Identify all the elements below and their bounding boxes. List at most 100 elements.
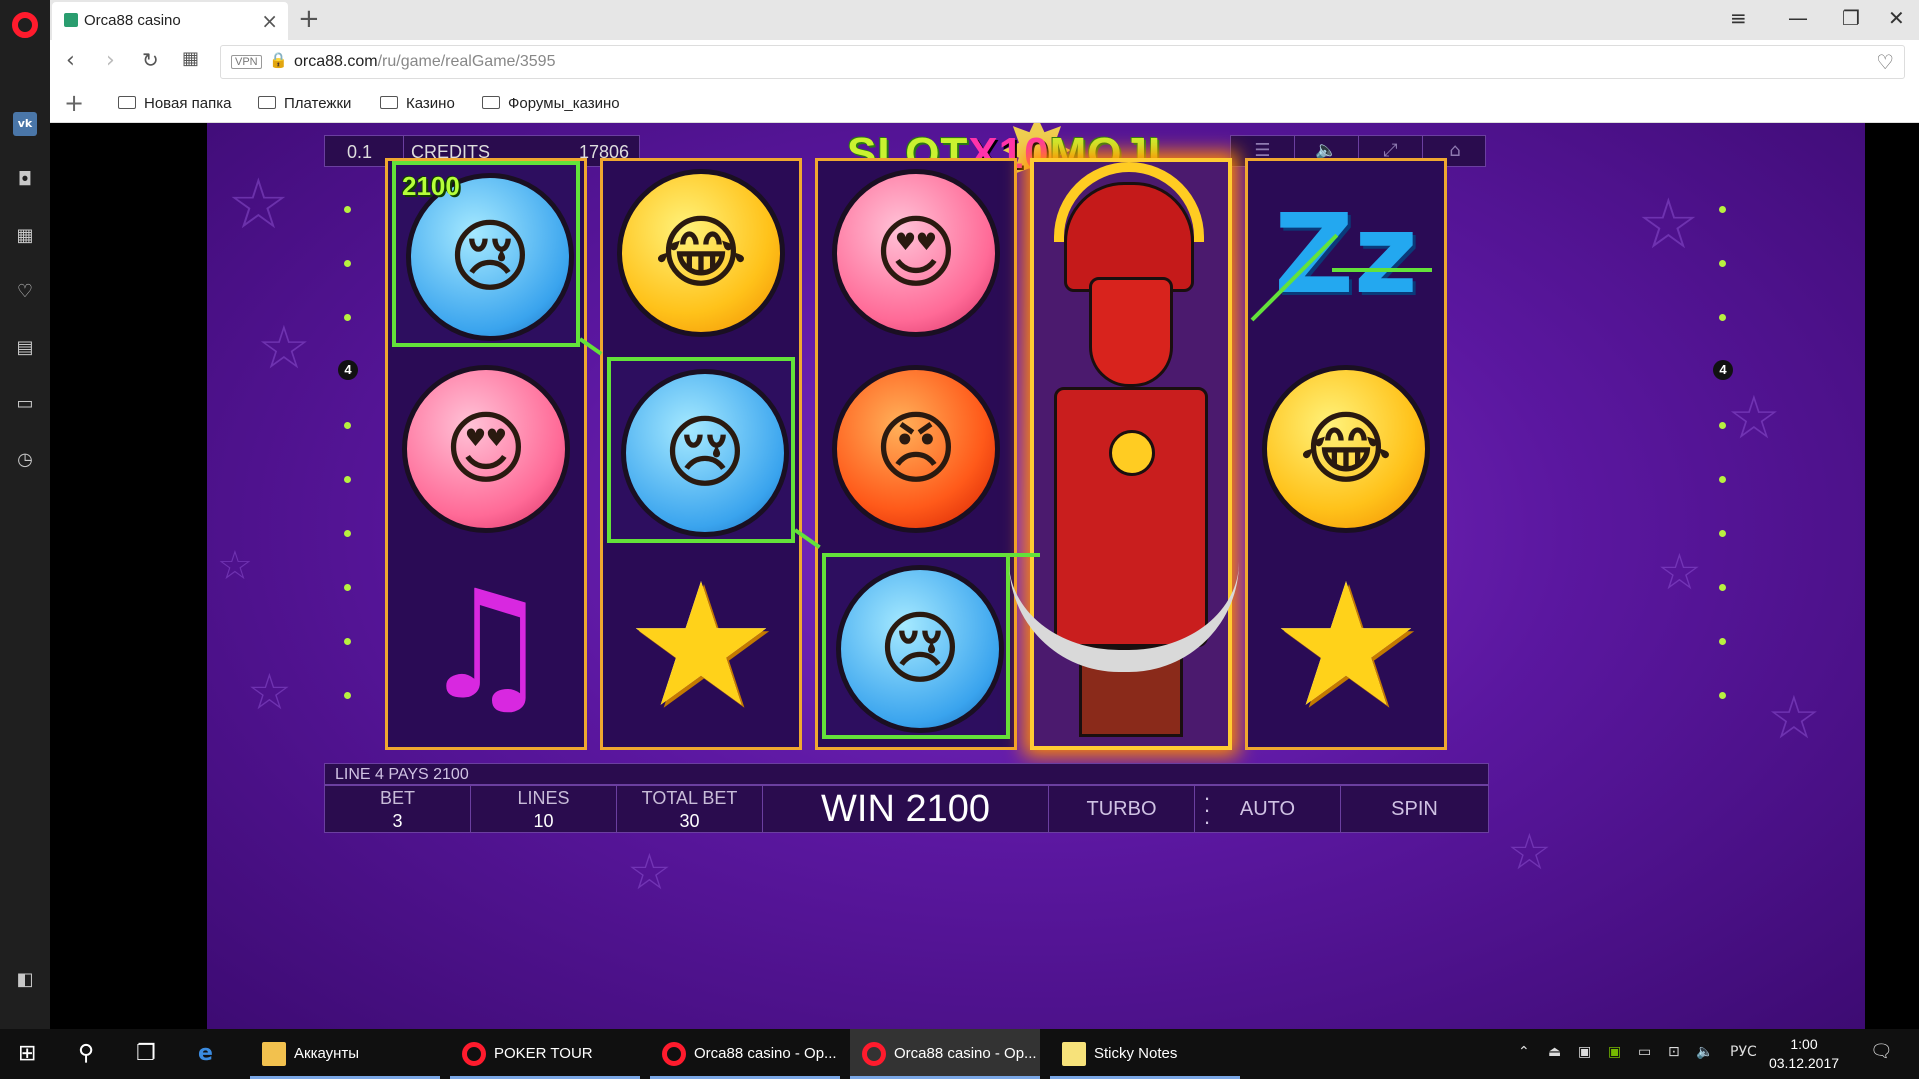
lock-icon[interactable]: 🔒: [269, 51, 288, 69]
taskbar-app-orca88-1[interactable]: Orca88 casino - Op...: [650, 1029, 840, 1079]
folder-icon: [258, 96, 276, 109]
taskbar-app-accounts[interactable]: Аккаунты: [250, 1029, 440, 1079]
auto-button[interactable]: AUTO: [1195, 786, 1341, 832]
control-bar: BET 3 LINES 10 TOTAL BET 30 WIN 2100 TUR…: [324, 785, 1489, 833]
tray-app-icon[interactable]: ▣: [1578, 1044, 1591, 1060]
reel-4: [1009, 158, 1239, 750]
edge-icon[interactable]: e: [198, 1041, 213, 1066]
tray-volume-icon[interactable]: 🔈: [1696, 1044, 1713, 1060]
tab-title: Orca88 casino: [84, 12, 181, 29]
favicon-icon: [64, 13, 78, 27]
bookmark-folder-1[interactable]: Новая папка: [118, 95, 231, 112]
background-star-icon: ☆: [1657, 543, 1702, 601]
reload-button[interactable]: ↻: [142, 48, 159, 72]
restore-button[interactable]: ❐: [1842, 6, 1860, 30]
forward-button[interactable]: ›: [106, 48, 115, 73]
reel-1: 😢 2100 😍 ♫: [385, 158, 587, 750]
tray-network-icon[interactable]: ⊡: [1668, 1044, 1680, 1060]
background-star-icon: ☆: [1637, 183, 1700, 265]
windows-start-icon[interactable]: ⊞: [18, 1041, 36, 1066]
bookmark-folder-3[interactable]: Казино: [380, 95, 455, 112]
speed-dial-button[interactable]: ▦: [182, 48, 199, 69]
close-window-button[interactable]: ✕: [1888, 6, 1905, 30]
back-button[interactable]: ‹: [66, 48, 75, 73]
tray-chevron-icon[interactable]: ⌃: [1518, 1044, 1530, 1060]
payline-dot: [344, 584, 351, 591]
tray-usb-icon[interactable]: ⏏: [1548, 1044, 1561, 1060]
total-bet-value: 30: [679, 811, 700, 831]
turbo-button[interactable]: TURBO: [1049, 786, 1195, 832]
taskbar-app-poker-tour[interactable]: POKER TOUR CASI...: [450, 1029, 640, 1079]
lines-control[interactable]: LINES 10: [471, 786, 617, 832]
search-icon[interactable]: ⚲: [78, 1041, 94, 1066]
notifications-icon[interactable]: 🗨: [1870, 1041, 1893, 1062]
win-line-segment: [1010, 553, 1040, 557]
bookmark-folder-4[interactable]: Форумы_казино: [482, 95, 620, 112]
samurai-wild-icon: [1009, 162, 1239, 746]
opera-app-icon: [862, 1042, 886, 1066]
taskbar-app-orca88-2[interactable]: Orca88 casino - Op...: [850, 1029, 1040, 1079]
symbol-sleeping-zzz: Zz: [1252, 161, 1440, 347]
add-bookmark-button[interactable]: +: [64, 89, 84, 117]
payline-number-left: 4: [338, 360, 358, 380]
payline-dot: [1719, 314, 1726, 321]
tabs-icon[interactable]: ▭: [13, 392, 37, 416]
task-view-icon[interactable]: ❐: [136, 1041, 156, 1066]
angry-face-icon: 😠: [832, 365, 1000, 533]
new-tab-button[interactable]: +: [298, 4, 320, 34]
url-field[interactable]: VPN 🔒 orca88.com/ru/game/realGame/3595 ♡: [220, 45, 1905, 79]
language-indicator[interactable]: РУС: [1730, 1044, 1757, 1060]
bookmark-heart-icon[interactable]: ♡: [1876, 50, 1894, 74]
total-bet-label: TOTAL BET: [641, 788, 738, 808]
game-viewport: ☆ ☆ ☆ ☆ ☆ ☆ ☆ ☆ ☆ ☆ 0.1 CREDITS 17806 ✸ …: [50, 123, 1919, 1029]
clock-time: 1:00: [1790, 1036, 1818, 1052]
clock[interactable]: 1:00 03.12.2017: [1764, 1035, 1844, 1073]
symbol-heart-eyes-face: 😍: [822, 161, 1010, 347]
opera-app-icon: [662, 1042, 686, 1066]
denomination[interactable]: 0.1: [347, 142, 372, 163]
symbol-win-amount: 2100: [402, 171, 460, 201]
reel-2: 😂 😢 ★: [600, 158, 802, 750]
folder-app-icon: [262, 1042, 286, 1066]
payline-dot: [1719, 260, 1726, 267]
tab-menu-icon[interactable]: ≡: [1730, 6, 1747, 30]
payline-dot: [344, 260, 351, 267]
background-star-icon: ☆: [217, 543, 253, 589]
bet-control[interactable]: BET 3: [325, 786, 471, 832]
address-bar: ‹ › ↻ ▦ VPN 🔒 orca88.com/ru/game/realGam…: [50, 40, 1919, 85]
vk-icon[interactable]: vk: [13, 112, 37, 136]
folder-icon: [482, 96, 500, 109]
slot-game[interactable]: ☆ ☆ ☆ ☆ ☆ ☆ ☆ ☆ ☆ ☆ 0.1 CREDITS 17806 ✸ …: [207, 123, 1865, 1029]
history-icon[interactable]: ◷: [13, 448, 37, 472]
tab-strip: Orca88 casino × + ≡ — ❐ ✕: [50, 0, 1919, 40]
spin-button[interactable]: SPIN: [1341, 786, 1488, 832]
news-icon[interactable]: ▤: [13, 336, 37, 360]
payline-dot: [1719, 638, 1726, 645]
bet-label: BET: [379, 788, 415, 808]
lines-value: 10: [533, 811, 554, 831]
reel-5: Zz 😂 ★: [1245, 158, 1447, 750]
tray-nvidia-icon[interactable]: ▣: [1608, 1044, 1621, 1060]
vpn-badge[interactable]: VPN: [231, 55, 262, 69]
background-star-icon: ☆: [257, 313, 311, 383]
url-text[interactable]: orca88.com/ru/game/realGame/3595: [294, 53, 555, 71]
sidebar-toggle-icon[interactable]: ◧: [13, 968, 37, 992]
laughing-face-icon: 😂: [617, 169, 785, 337]
taskbar-app-sticky-notes[interactable]: Sticky Notes: [1050, 1029, 1240, 1079]
speed-dial-icon[interactable]: ▦: [13, 224, 37, 248]
sticky-notes-icon: [1062, 1042, 1086, 1066]
camera-icon[interactable]: ◘: [13, 168, 37, 192]
opera-logo-icon[interactable]: [12, 12, 38, 38]
background-star-icon: ☆: [227, 163, 290, 245]
win-message: LINE 4 PAYS 2100: [324, 763, 1489, 785]
star-icon: ★: [624, 547, 778, 745]
bookmark-folder-2[interactable]: Платежки: [258, 95, 351, 112]
lines-label: LINES: [517, 788, 570, 808]
symbol-laughing-face: 😂: [1252, 357, 1440, 543]
bet-value: 3: [392, 811, 403, 831]
close-tab-icon[interactable]: ×: [261, 9, 278, 33]
minimize-button[interactable]: —: [1788, 6, 1808, 30]
tab-orca88[interactable]: Orca88 casino ×: [52, 2, 288, 40]
tray-battery-icon[interactable]: ▭: [1638, 1044, 1651, 1060]
heart-icon[interactable]: ♡: [13, 280, 37, 304]
